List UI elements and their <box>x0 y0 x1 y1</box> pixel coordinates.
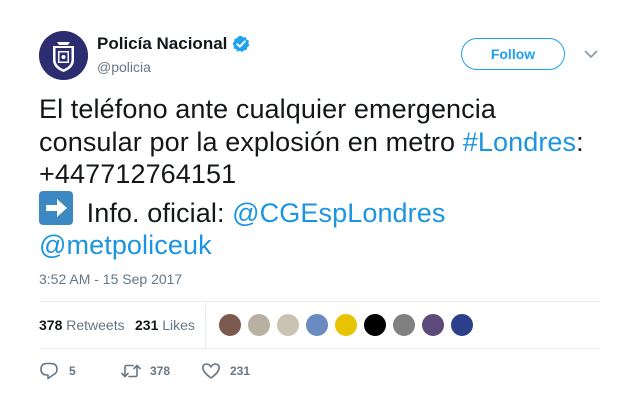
timestamp[interactable]: 3:52 AM - 15 Sep 2017 <box>39 271 182 287</box>
liker-avatar-8[interactable] <box>421 313 445 337</box>
display-name[interactable]: Policía Nacional <box>97 34 227 54</box>
mention-link-metpoliceuk[interactable]: @metpoliceuk <box>39 230 212 260</box>
tweet-text-line2: consular por la explosión en metro <box>39 126 463 157</box>
liker-avatar-1[interactable] <box>218 313 242 337</box>
tweet-stats: 378 Retweets 231 Likes <box>39 302 600 348</box>
phone-number: +447712764151 <box>39 159 237 189</box>
liker-avatar-6[interactable] <box>363 313 387 337</box>
stats-separator <box>205 302 206 348</box>
liker-avatar-4[interactable] <box>305 313 329 337</box>
retweets-stat[interactable]: 378 Retweets <box>39 317 125 333</box>
tweet-text-colon: : <box>576 126 584 157</box>
follow-button[interactable]: Follow <box>461 38 565 70</box>
liker-avatar-2[interactable] <box>247 313 271 337</box>
likes-count: 231 <box>135 317 159 333</box>
tweet-header: Policía Nacional @policia Follow <box>39 31 600 81</box>
divider <box>39 348 600 349</box>
retweets-count: 378 <box>39 317 63 333</box>
handle[interactable]: @policia <box>97 59 250 75</box>
hashtag-link[interactable]: #Londres <box>463 127 576 157</box>
retweet-count: 378 <box>150 364 171 378</box>
liker-avatar-9[interactable] <box>450 313 474 337</box>
likes-stat[interactable]: 231 Likes <box>135 317 195 333</box>
info-label: Info. oficial: <box>79 197 233 228</box>
like-count: 231 <box>230 364 251 378</box>
tweet-text: El teléfono ante cualquier emergencia con… <box>39 93 604 262</box>
liker-avatar-3[interactable] <box>276 313 300 337</box>
right-arrow-emoji-icon <box>39 190 73 225</box>
mention-link-cgesplondres[interactable]: @CGEspLondres <box>232 198 445 228</box>
retweets-label: Retweets <box>66 317 125 333</box>
reply-count: 5 <box>69 364 76 378</box>
avatar[interactable] <box>39 31 88 80</box>
liker-avatar-7[interactable] <box>392 313 416 337</box>
liker-avatar-5[interactable] <box>334 313 358 337</box>
account-names: Policía Nacional @policia <box>97 33 250 75</box>
like-button[interactable]: 231 <box>201 361 250 381</box>
reply-button[interactable]: 5 <box>39 361 76 381</box>
tweet-actions: 5 378 231 <box>39 359 600 383</box>
verified-badge-icon <box>232 35 250 53</box>
tweet-text-line1: El teléfono ante cualquier emergencia <box>39 94 496 124</box>
display-name-row: Policía Nacional <box>97 33 250 55</box>
retweet-button[interactable]: 378 <box>121 361 170 381</box>
chevron-down-icon[interactable] <box>584 47 598 61</box>
retweet-icon <box>121 361 141 381</box>
reply-icon <box>39 361 59 381</box>
likes-label: Likes <box>162 317 195 333</box>
heart-icon <box>201 361 221 381</box>
